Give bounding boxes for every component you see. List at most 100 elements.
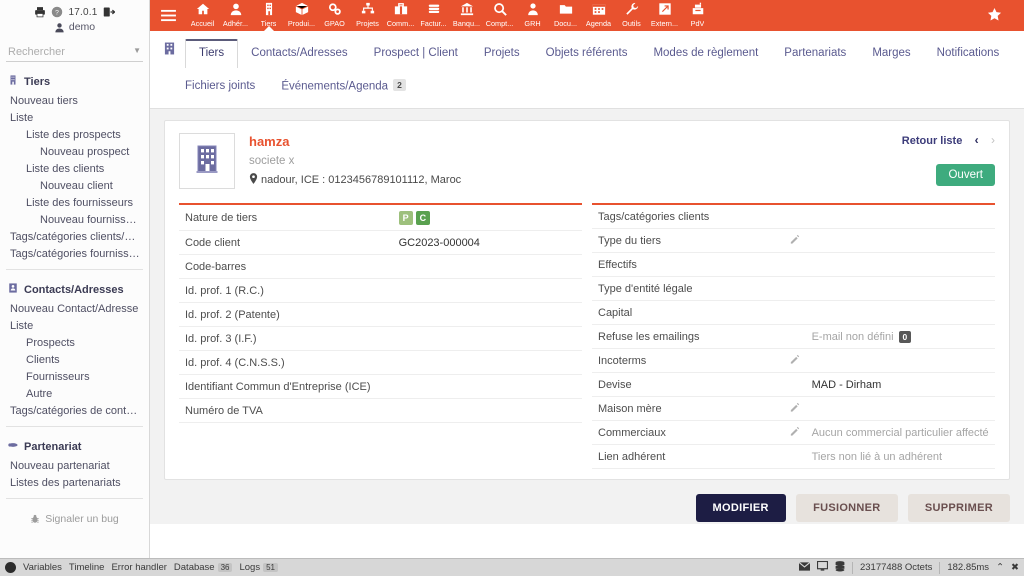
star-icon[interactable] bbox=[987, 7, 1002, 25]
field-value-cell[interactable]: Tiers non lié à un adhérent bbox=[805, 444, 995, 469]
envelope-icon[interactable] bbox=[798, 561, 811, 574]
tab-modesderglement[interactable]: Modes de règlement bbox=[640, 40, 771, 67]
debug-logo-icon[interactable] bbox=[5, 562, 16, 573]
topnav-item-projets[interactable]: Projets bbox=[351, 0, 384, 31]
topnav-item-outils[interactable]: Outils bbox=[615, 0, 648, 31]
search-input[interactable]: Rechercher ▼ bbox=[6, 42, 143, 62]
field-value-cell[interactable] bbox=[392, 302, 582, 327]
field-value-cell[interactable]: PC bbox=[392, 205, 582, 231]
topnav-item-tiers[interactable]: Tiers bbox=[252, 0, 285, 31]
sidebar-user[interactable]: demo bbox=[0, 21, 149, 33]
edit-pencil-icon[interactable] bbox=[790, 426, 800, 439]
sidebar-item-nouveaucontactadresse[interactable]: Nouveau Contact/Adresse bbox=[0, 300, 149, 317]
chevron-down-icon[interactable]: ▼ bbox=[133, 46, 141, 55]
monitor-icon[interactable] bbox=[816, 560, 829, 574]
database-icon[interactable] bbox=[835, 560, 845, 575]
sidebar-item-autre[interactable]: Autre bbox=[0, 385, 149, 402]
debug-database[interactable]: Database 36 bbox=[174, 562, 233, 573]
sidebar-item-tagscatgoriesdecontacts[interactable]: Tags/catégories de contacts bbox=[0, 402, 149, 419]
delete-button[interactable]: SUPPRIMER bbox=[907, 494, 1010, 522]
sidebar-item-tagscatgoriesclientsprosp[interactable]: Tags/catégories clients/prosp. bbox=[0, 228, 149, 245]
status-badge[interactable]: Ouvert bbox=[936, 164, 995, 186]
chevron-right-icon[interactable]: › bbox=[991, 133, 995, 147]
topnav-item-adhr[interactable]: Adhér... bbox=[219, 0, 252, 31]
back-to-list-link[interactable]: Retour liste bbox=[902, 135, 963, 147]
field-value-cell[interactable] bbox=[392, 350, 582, 375]
sidebar-item-listedesclients[interactable]: Liste des clients bbox=[0, 160, 149, 177]
sidebar-item-prospects[interactable]: Prospects bbox=[0, 334, 149, 351]
tab-partenariats[interactable]: Partenariats bbox=[771, 40, 859, 67]
field-value-cell[interactable]: E-mail non défini 0 bbox=[805, 324, 995, 349]
hamburger-icon[interactable] bbox=[156, 9, 180, 22]
topnav-item-factur[interactable]: Factur... bbox=[417, 0, 450, 31]
sidebar-item-nouveaufournisseur[interactable]: Nouveau fournisseur bbox=[0, 211, 149, 228]
topnav-item-pdv[interactable]: PdV bbox=[681, 0, 714, 31]
merge-button[interactable]: FUSIONNER bbox=[796, 494, 898, 522]
tab-projets[interactable]: Projets bbox=[471, 40, 533, 67]
tab-vnementsagenda[interactable]: Événements/Agenda 2 bbox=[268, 75, 419, 97]
field-value-cell[interactable]: GC2023-000004 bbox=[392, 230, 582, 255]
sidebar-item-nouveauclient[interactable]: Nouveau client bbox=[0, 177, 149, 194]
report-bug-button[interactable]: Signaler un bug bbox=[0, 513, 149, 525]
modify-button[interactable]: MODIFIER bbox=[695, 494, 786, 522]
sidebar-item-tagscatgoriesfournisseurs[interactable]: Tags/catégories fournisseurs bbox=[0, 245, 149, 262]
tab-notifications[interactable]: Notifications bbox=[924, 40, 1013, 67]
chevron-up-icon[interactable]: ⌃ bbox=[996, 562, 1004, 573]
logout-icon[interactable] bbox=[103, 6, 115, 18]
field-value-cell[interactable] bbox=[392, 398, 582, 423]
sidebar-item-clients[interactable]: Clients bbox=[0, 351, 149, 368]
print-icon[interactable] bbox=[34, 6, 46, 18]
sidebar-item-listedesprospects[interactable]: Liste des prospects bbox=[0, 126, 149, 143]
tab-tiers[interactable]: Tiers bbox=[185, 39, 239, 68]
field-value-cell[interactable] bbox=[805, 252, 995, 277]
field-value-cell[interactable]: Aucun commercial particulier affecté bbox=[805, 420, 995, 445]
field-value-cell[interactable] bbox=[392, 326, 582, 351]
sidebar-item-listesdespartenariats[interactable]: Listes des partenariats bbox=[0, 474, 149, 491]
field-value-cell[interactable] bbox=[392, 374, 582, 399]
debug-logs[interactable]: Logs 51 bbox=[239, 562, 278, 573]
sidebar-item-liste[interactable]: Liste bbox=[0, 317, 149, 334]
field-value-cell[interactable] bbox=[805, 228, 995, 253]
topnav-item-gpao[interactable]: GPAO bbox=[318, 0, 351, 31]
field-value-cell[interactable] bbox=[805, 396, 995, 421]
topnav-item-compt[interactable]: Compt... bbox=[483, 0, 516, 31]
sidebar-item-nouveauprospect[interactable]: Nouveau prospect bbox=[0, 143, 149, 160]
sidebar-item-liste[interactable]: Liste bbox=[0, 109, 149, 126]
field-value-cell[interactable] bbox=[392, 254, 582, 279]
sidebar-group-header[interactable]: Contacts/Adresses bbox=[0, 279, 149, 300]
edit-pencil-icon[interactable] bbox=[790, 402, 800, 415]
tab-objetsrfrents[interactable]: Objets référents bbox=[533, 40, 641, 67]
tab-fichiersjoints[interactable]: Fichiers joints bbox=[172, 76, 268, 96]
sidebar-item-listedesfournisseurs[interactable]: Liste des fournisseurs bbox=[0, 194, 149, 211]
debug-timeline[interactable]: Timeline bbox=[69, 562, 105, 573]
field-value-cell[interactable] bbox=[805, 205, 995, 229]
field-value-cell[interactable] bbox=[805, 348, 995, 373]
debug-error-handler[interactable]: Error handler bbox=[111, 562, 166, 573]
topnav-item-extern[interactable]: Extern... bbox=[648, 0, 681, 31]
tab-prospectclient[interactable]: Prospect | Client bbox=[361, 40, 471, 67]
close-icon[interactable]: ✖ bbox=[1011, 562, 1019, 573]
sidebar-item-nouveaupartenariat[interactable]: Nouveau partenariat bbox=[0, 457, 149, 474]
topnav-item-comm[interactable]: Comm... bbox=[384, 0, 417, 31]
help-icon[interactable]: ? bbox=[51, 6, 63, 18]
topnav-item-grh[interactable]: GRH bbox=[516, 0, 549, 31]
topnav-item-banqu[interactable]: Banqu... bbox=[450, 0, 483, 31]
tab-marges[interactable]: Marges bbox=[859, 40, 923, 67]
field-value-cell[interactable] bbox=[392, 278, 582, 303]
tab-notes[interactable]: Notes bbox=[1012, 40, 1024, 67]
field-value-cell[interactable] bbox=[805, 300, 995, 325]
topnav-item-accueil[interactable]: Accueil bbox=[186, 0, 219, 31]
debug-variables[interactable]: Variables bbox=[23, 562, 62, 573]
topnav-item-docu[interactable]: Docu... bbox=[549, 0, 582, 31]
sidebar-item-nouveautiers[interactable]: Nouveau tiers bbox=[0, 92, 149, 109]
sidebar-group-header[interactable]: Partenariat bbox=[0, 436, 149, 457]
sidebar-group-header[interactable]: Tiers bbox=[0, 71, 149, 92]
field-value-cell[interactable]: MAD - Dirham bbox=[805, 372, 995, 397]
topnav-item-agenda[interactable]: Agenda bbox=[582, 0, 615, 31]
sidebar-item-fournisseurs[interactable]: Fournisseurs bbox=[0, 368, 149, 385]
field-value-cell[interactable] bbox=[805, 276, 995, 301]
tab-contactsadresses[interactable]: Contacts/Adresses bbox=[238, 40, 361, 67]
edit-pencil-icon[interactable] bbox=[790, 234, 800, 247]
edit-pencil-icon[interactable] bbox=[790, 354, 800, 367]
topnav-item-produi[interactable]: Produi... bbox=[285, 0, 318, 31]
